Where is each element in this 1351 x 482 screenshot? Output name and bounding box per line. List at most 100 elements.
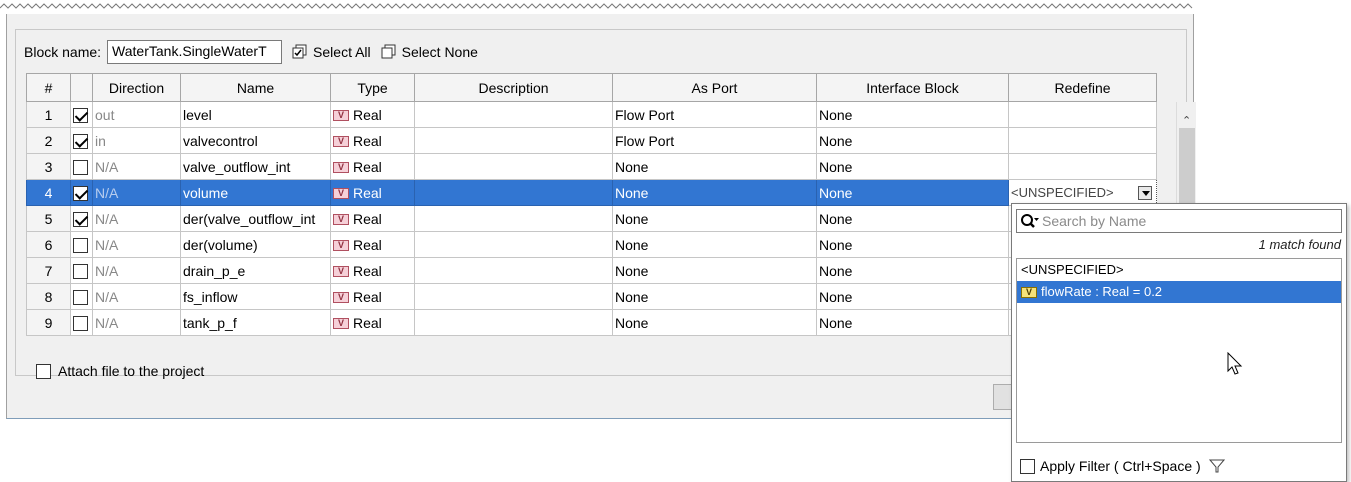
- table-row[interactable]: 5 N/A der(valve_outflow_int V Real None None: [26, 205, 1157, 232]
- interface-block-cell[interactable]: None: [816, 231, 1009, 258]
- row-checkbox[interactable]: [73, 185, 88, 201]
- as-port-cell[interactable]: Flow Port: [612, 101, 817, 128]
- direction-cell[interactable]: N/A: [92, 309, 181, 336]
- direction-cell[interactable]: N/A: [92, 257, 181, 284]
- as-port-cell[interactable]: None: [612, 205, 817, 232]
- redefine-cell[interactable]: [1008, 153, 1157, 180]
- direction-cell[interactable]: N/A: [92, 231, 181, 258]
- type-cell[interactable]: V Real: [330, 153, 415, 180]
- row-checkbox[interactable]: [73, 133, 88, 149]
- as-port-cell[interactable]: None: [612, 179, 817, 206]
- redefine-cell[interactable]: [1008, 101, 1157, 128]
- row-checkbox-cell[interactable]: [70, 283, 93, 310]
- as-port-cell[interactable]: None: [612, 309, 817, 336]
- row-checkbox-cell[interactable]: [70, 309, 93, 336]
- description-cell[interactable]: [414, 231, 613, 258]
- table-row[interactable]: 7 N/A drain_p_e V Real None None: [26, 257, 1157, 284]
- apply-filter-checkbox[interactable]: [1020, 458, 1035, 474]
- name-cell[interactable]: level: [180, 101, 331, 128]
- name-cell[interactable]: fs_inflow: [180, 283, 331, 310]
- name-cell[interactable]: volume: [180, 179, 331, 206]
- row-checkbox-cell[interactable]: [70, 231, 93, 258]
- dropdown-arrow-icon[interactable]: [1138, 185, 1152, 200]
- table-row[interactable]: 4 N/A volume V Real None None <UNSPECIFIED>: [26, 179, 1157, 206]
- as-port-cell[interactable]: None: [612, 153, 817, 180]
- name-cell[interactable]: valve_outflow_int: [180, 153, 331, 180]
- type-cell[interactable]: V Real: [330, 205, 415, 232]
- table-row[interactable]: 1 out level V Real Flow Port None: [26, 101, 1157, 128]
- search-box[interactable]: [1016, 209, 1342, 233]
- row-checkbox[interactable]: [73, 211, 88, 227]
- redefine-cell[interactable]: [1008, 127, 1157, 154]
- type-cell[interactable]: V Real: [330, 283, 415, 310]
- direction-cell[interactable]: N/A: [92, 205, 181, 232]
- as-port-cell[interactable]: None: [612, 283, 817, 310]
- as-port-cell[interactable]: None: [612, 231, 817, 258]
- row-checkbox-cell[interactable]: [70, 127, 93, 154]
- row-checkbox-cell[interactable]: [70, 153, 93, 180]
- col-header-interface-block[interactable]: Interface Block: [816, 73, 1009, 102]
- description-cell[interactable]: [414, 283, 613, 310]
- select-none-button[interactable]: Select None: [381, 44, 478, 60]
- type-cell[interactable]: V Real: [330, 309, 415, 336]
- name-cell[interactable]: der(volume): [180, 231, 331, 258]
- name-cell[interactable]: valvecontrol: [180, 127, 331, 154]
- interface-block-cell[interactable]: None: [816, 101, 1009, 128]
- redefine-cell[interactable]: <UNSPECIFIED>: [1008, 179, 1157, 206]
- redefine-combo[interactable]: <UNSPECIFIED>: [1011, 185, 1154, 200]
- interface-block-cell[interactable]: None: [816, 257, 1009, 284]
- interface-block-cell[interactable]: None: [816, 205, 1009, 232]
- row-checkbox[interactable]: [73, 315, 88, 331]
- description-cell[interactable]: [414, 309, 613, 336]
- row-checkbox[interactable]: [73, 107, 88, 123]
- name-cell[interactable]: tank_p_f: [180, 309, 331, 336]
- row-checkbox-cell[interactable]: [70, 257, 93, 284]
- interface-block-cell[interactable]: None: [816, 153, 1009, 180]
- col-header-direction[interactable]: Direction: [92, 73, 181, 102]
- as-port-cell[interactable]: None: [612, 257, 817, 284]
- list-item-unspecified[interactable]: <UNSPECIFIED>: [1017, 259, 1341, 281]
- name-cell[interactable]: drain_p_e: [180, 257, 331, 284]
- col-header-name[interactable]: Name: [180, 73, 331, 102]
- row-checkbox[interactable]: [73, 237, 88, 253]
- table-row[interactable]: 8 N/A fs_inflow V Real None None: [26, 283, 1157, 310]
- col-header-as-port[interactable]: As Port: [612, 73, 817, 102]
- description-cell[interactable]: [414, 205, 613, 232]
- description-cell[interactable]: [414, 257, 613, 284]
- table-row[interactable]: 2 in valvecontrol V Real Flow Port None: [26, 127, 1157, 154]
- row-checkbox[interactable]: [73, 263, 88, 279]
- col-header-check[interactable]: [70, 73, 93, 102]
- table-row[interactable]: 6 N/A der(volume) V Real None None: [26, 231, 1157, 258]
- row-checkbox-cell[interactable]: [70, 179, 93, 206]
- interface-block-cell[interactable]: None: [816, 127, 1009, 154]
- name-cell[interactable]: der(valve_outflow_int: [180, 205, 331, 232]
- table-row[interactable]: 3 N/A valve_outflow_int V Real None None: [26, 153, 1157, 180]
- description-cell[interactable]: [414, 101, 613, 128]
- col-header-num[interactable]: #: [26, 73, 71, 102]
- apply-filter-option[interactable]: Apply Filter ( Ctrl+Space ): [1020, 458, 1225, 474]
- row-checkbox[interactable]: [73, 289, 88, 305]
- type-cell[interactable]: V Real: [330, 179, 415, 206]
- col-header-redefine[interactable]: Redefine: [1008, 73, 1157, 102]
- block-name-field[interactable]: WaterTank.SingleWaterT: [107, 40, 283, 64]
- row-checkbox[interactable]: [73, 159, 88, 175]
- col-header-type[interactable]: Type: [330, 73, 415, 102]
- select-all-button[interactable]: Select All: [292, 44, 371, 60]
- as-port-cell[interactable]: Flow Port: [612, 127, 817, 154]
- interface-block-cell[interactable]: None: [816, 179, 1009, 206]
- list-item-flowrate[interactable]: VflowRate : Real = 0.2: [1017, 281, 1341, 303]
- scroll-up-icon[interactable]: ⌃: [1182, 114, 1191, 127]
- type-cell[interactable]: V Real: [330, 257, 415, 284]
- col-header-description[interactable]: Description: [414, 73, 613, 102]
- search-input[interactable]: [1040, 213, 1330, 229]
- description-cell[interactable]: [414, 153, 613, 180]
- type-cell[interactable]: V Real: [330, 127, 415, 154]
- row-checkbox-cell[interactable]: [70, 101, 93, 128]
- type-cell[interactable]: V Real: [330, 231, 415, 258]
- type-cell[interactable]: V Real: [330, 101, 415, 128]
- description-cell[interactable]: [414, 179, 613, 206]
- direction-cell[interactable]: out: [92, 101, 181, 128]
- interface-block-cell[interactable]: None: [816, 309, 1009, 336]
- direction-cell[interactable]: N/A: [92, 283, 181, 310]
- interface-block-cell[interactable]: None: [816, 283, 1009, 310]
